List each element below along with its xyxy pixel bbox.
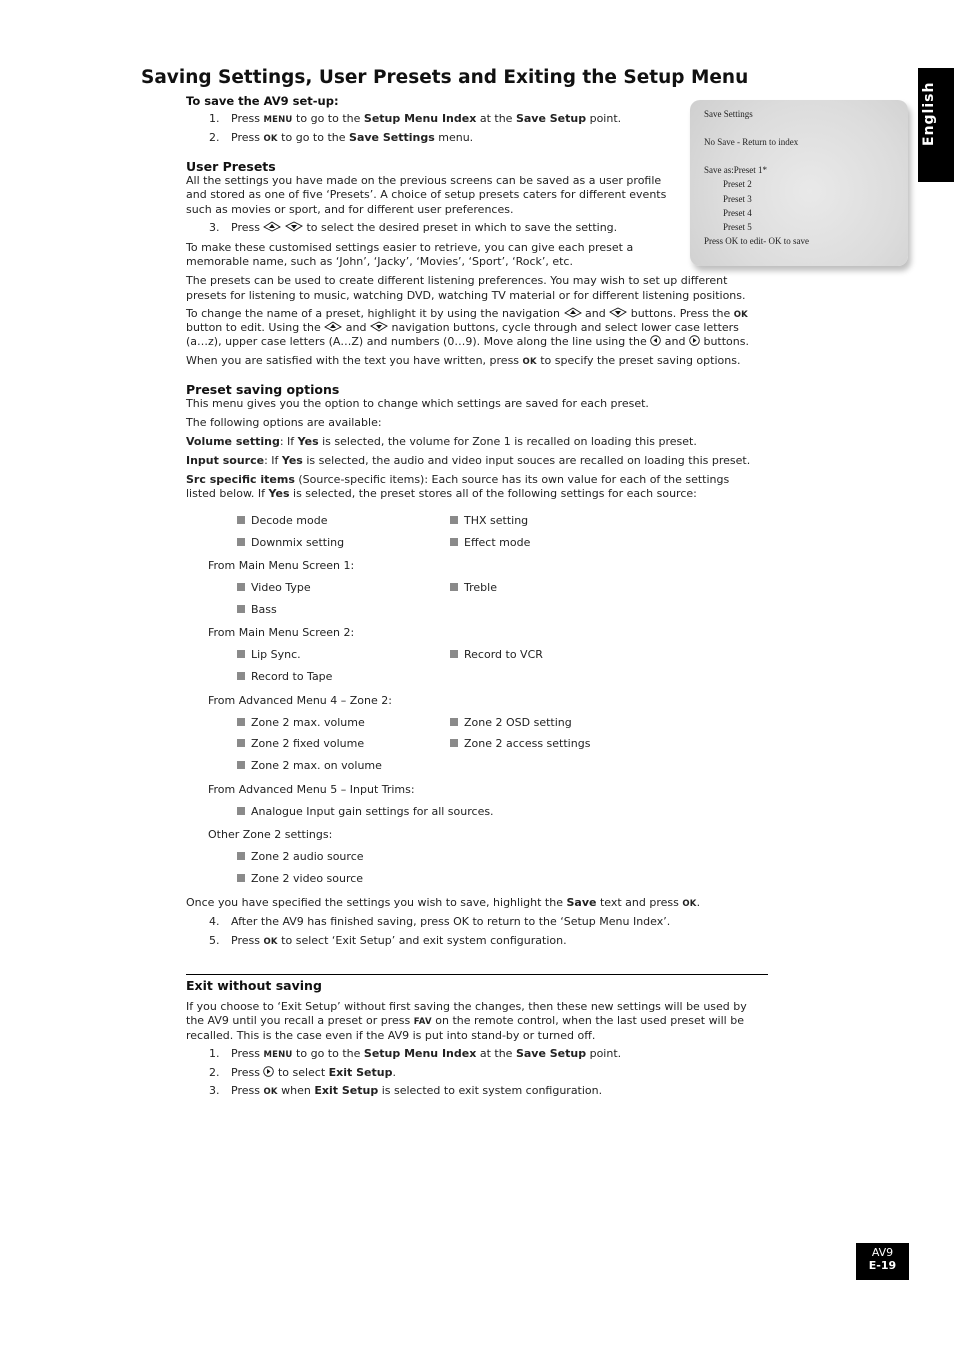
paragraph-line: such as movies or sport, and for differe…: [186, 203, 514, 216]
list-item: Zone 2 fixed volume: [237, 737, 364, 752]
down-arrow-button-icon: [285, 221, 303, 232]
preset-step-3: 3. Press to select the desired preset in …: [209, 221, 618, 234]
paragraph-line: This menu gives you the option to change…: [186, 397, 649, 410]
down-arrow-button-icon: [609, 307, 627, 318]
list-item: Zone 2 video source: [237, 872, 363, 887]
bullet-square-icon: [237, 761, 245, 769]
list-item: Record to VCR: [450, 648, 543, 663]
list-item: Treble: [450, 581, 497, 596]
exit-step-2: 2. Press to select Exit Setup.: [209, 1066, 396, 1079]
group-label: From Advanced Menu 5 – Input Trims:: [208, 783, 415, 796]
osd-save-as: Save as:Preset 1*: [704, 165, 767, 175]
bullet-square-icon: [237, 718, 245, 726]
list-item: Zone 2 OSD setting: [450, 716, 572, 731]
bullet-square-icon: [237, 650, 245, 658]
list-item: Zone 2 access settings: [450, 737, 590, 752]
bullet-square-icon: [237, 516, 245, 524]
left-arrow-button-icon: [650, 335, 661, 346]
osd-preset: Preset 3: [723, 194, 752, 204]
model-label: AV9: [871, 1246, 894, 1259]
up-arrow-button-icon: [564, 307, 582, 318]
once-specified-line: Once you have specified the settings you…: [186, 896, 701, 909]
save-step-2: 2. Press OK to go to the Save Settings me…: [209, 131, 474, 144]
section-divider: [186, 974, 768, 975]
bullet-square-icon: [237, 739, 245, 747]
preset-options-heading: Preset saving options: [186, 382, 340, 397]
bullet-square-icon: [237, 538, 245, 546]
list-item: Zone 2 max. on volume: [237, 759, 382, 774]
paragraph-line: All the settings you have made on the pr…: [186, 174, 662, 187]
satisfied-line: When you are satisfied with the text you…: [186, 354, 741, 367]
list-item: Zone 2 audio source: [237, 850, 364, 865]
src-specific-line-1: Src specific items (Source-specific item…: [186, 473, 730, 486]
bullet-square-icon: [450, 538, 458, 546]
up-arrow-button-icon: [324, 321, 342, 332]
volume-setting-line: Volume setting: If Yes is selected, the …: [186, 435, 697, 448]
osd-no-save: No Save - Return to index: [704, 137, 799, 147]
paragraph-line: presets for listening to music, watching…: [186, 289, 746, 302]
group-label: From Main Menu Screen 1:: [208, 559, 355, 572]
rename-line-3: (a…z), upper case letters (A…Z) and numb…: [186, 335, 749, 348]
right-arrow-button-icon: [263, 1066, 274, 1077]
save-step-1: 1. Press MENU to go to the Setup Menu Ind…: [209, 112, 622, 125]
down-arrow-button-icon: [370, 321, 388, 332]
list-item: Analogue Input gain settings for all sou…: [237, 805, 494, 820]
osd-hint: Press OK to edit- OK to save: [704, 236, 809, 246]
paragraph-line: the AV9 until you recall a preset or pre…: [186, 1014, 744, 1027]
save-step-5: 5. Press OK to select ‘Exit Setup’ and ex…: [209, 934, 567, 947]
paragraph-line: recalled. This is the case even if the A…: [186, 1029, 596, 1042]
page-number: E-19: [868, 1259, 897, 1272]
list-item: Zone 2 max. volume: [237, 716, 365, 731]
osd-preset: Preset 2: [723, 179, 752, 189]
list-item: Bass: [237, 603, 277, 618]
osd-preset: Preset 4: [723, 208, 752, 218]
save-setup-heading: To save the AV9 set-up:: [186, 94, 339, 108]
rename-line-2: button to edit. Using the and navigation…: [186, 321, 739, 334]
bullet-square-icon: [450, 739, 458, 747]
language-tab-label: English: [921, 81, 937, 146]
list-item: Decode mode: [237, 514, 327, 529]
exit-step-3: 3. Press OK when Exit Setup is selected t…: [209, 1084, 603, 1097]
list-item: Video Type: [237, 581, 311, 596]
list-item: Record to Tape: [237, 670, 332, 685]
bullet-square-icon: [237, 874, 245, 882]
paragraph-line: The presets can be used to create differ…: [186, 274, 728, 287]
bullet-square-icon: [237, 672, 245, 680]
group-label: From Advanced Menu 4 – Zone 2:: [208, 694, 392, 707]
page-title: Saving Settings, User Presets and Exitin…: [141, 67, 749, 88]
group-label: Other Zone 2 settings:: [208, 828, 333, 841]
page-number-box: AV9 E-19: [856, 1243, 909, 1280]
save-step-4: 4. After the AV9 has finished saving, pre…: [209, 915, 671, 928]
bullet-square-icon: [237, 583, 245, 591]
bullet-square-icon: [237, 852, 245, 860]
user-presets-heading: User Presets: [186, 159, 276, 174]
up-arrow-button-icon: [263, 221, 281, 232]
bullet-square-icon: [450, 650, 458, 658]
exit-step-1: 1. Press MENU to go to the Setup Menu Ind…: [209, 1047, 622, 1060]
paragraph-line: and stored as one of five ‘Presets’. A c…: [186, 188, 667, 201]
input-source-line: Input source: If Yes is selected, the au…: [186, 454, 751, 467]
save-settings-osd-image: Save Settings No Save - Return to index …: [690, 100, 908, 266]
bullet-square-icon: [237, 605, 245, 613]
group-label: From Main Menu Screen 2:: [208, 626, 355, 639]
bullet-square-icon: [450, 583, 458, 591]
src-specific-line-2: listed below. If Yes is selected, the pr…: [186, 487, 697, 500]
osd-title: Save Settings: [704, 109, 753, 119]
exit-without-saving-heading: Exit without saving: [186, 978, 322, 993]
bullet-square-icon: [450, 516, 458, 524]
paragraph-line: To make these customised settings easier…: [186, 241, 634, 254]
paragraph-line: memorable name, such as ‘John’, ‘Jacky’,…: [186, 255, 573, 268]
list-item: Lip Sync.: [237, 648, 301, 663]
language-tab: English: [918, 68, 954, 182]
list-item: Downmix setting: [237, 536, 344, 551]
osd-preset: Preset 5: [723, 222, 752, 232]
right-arrow-button-icon: [689, 335, 700, 346]
bullet-square-icon: [450, 718, 458, 726]
bullet-square-icon: [237, 807, 245, 815]
list-item: Effect mode: [450, 536, 530, 551]
list-item: THX setting: [450, 514, 528, 529]
paragraph-line: If you choose to ‘Exit Setup’ without fi…: [186, 1000, 747, 1013]
paragraph-line: The following options are available:: [186, 416, 382, 429]
